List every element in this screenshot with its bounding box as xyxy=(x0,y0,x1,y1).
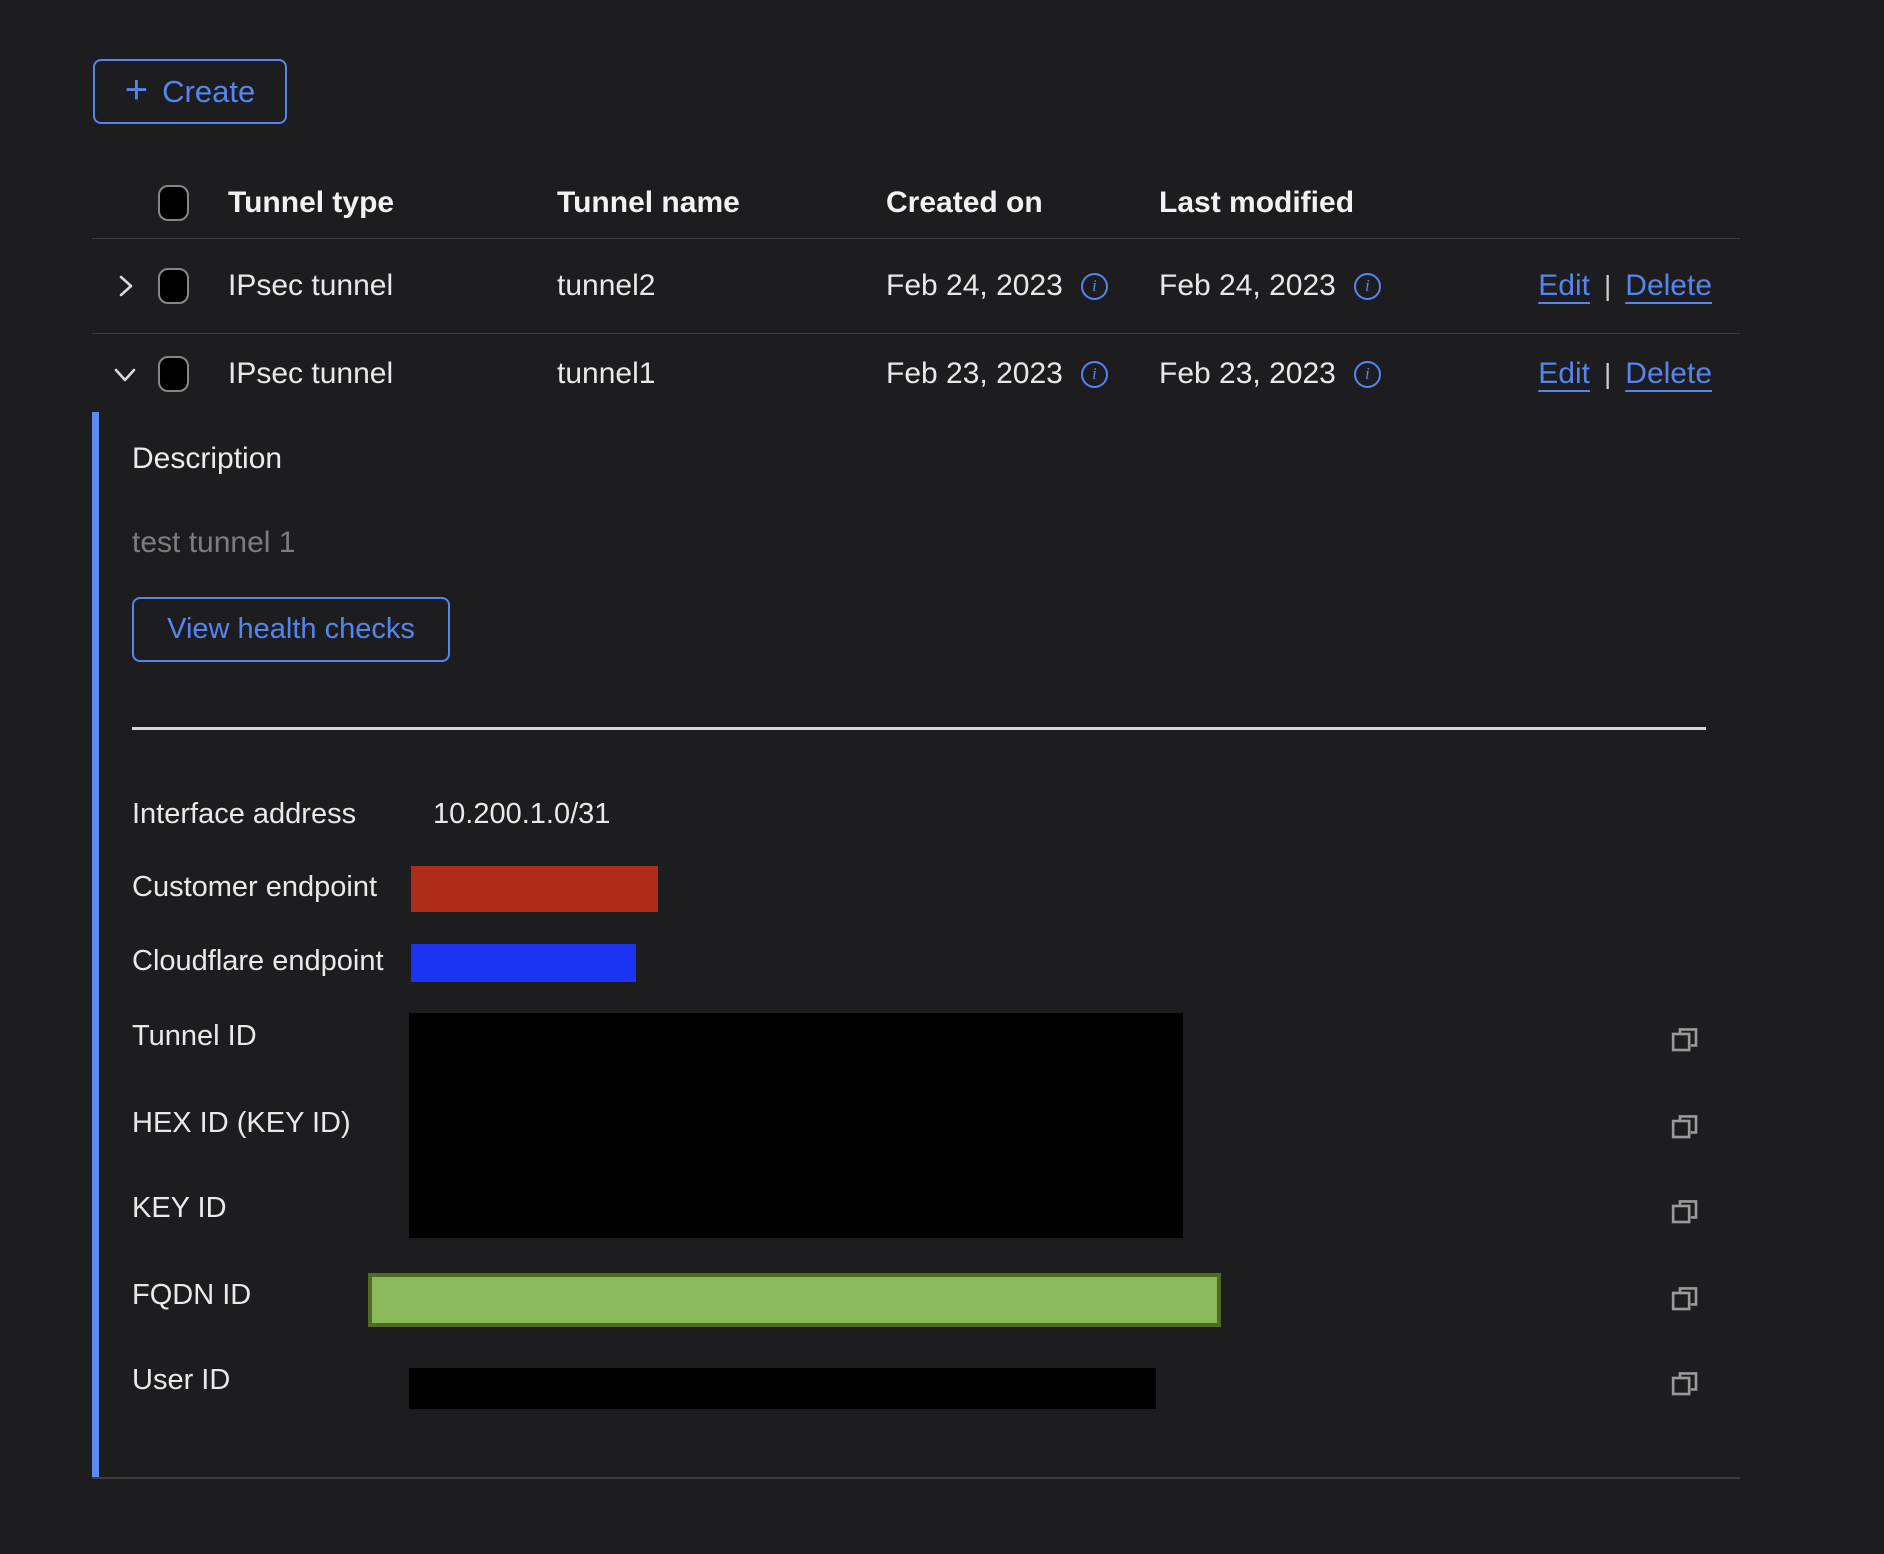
actions-separator: | xyxy=(1604,270,1611,302)
expand-cell xyxy=(92,360,158,388)
last-modified-cell: Feb 23, 2023 i xyxy=(1159,357,1432,391)
plus-icon: + xyxy=(125,70,148,110)
fqdn-id-label: FQDN ID xyxy=(132,1279,251,1312)
header-tunnel-name: Tunnel name xyxy=(557,186,886,220)
cloudflare-endpoint-redaction xyxy=(411,944,636,982)
created-on-date: Feb 24, 2023 xyxy=(886,269,1063,303)
info-icon[interactable]: i xyxy=(1354,361,1381,388)
created-on-cell: Feb 23, 2023 i xyxy=(886,357,1159,391)
copy-icon[interactable] xyxy=(1668,1109,1700,1141)
fqdn-id-redaction xyxy=(368,1273,1221,1327)
table-row-tunnel1: IPsec tunnel tunnel1 Feb 23, 2023 i Feb … xyxy=(92,334,1740,414)
interface-address-label: Interface address xyxy=(132,798,356,831)
expand-cell xyxy=(92,272,158,300)
user-id-label: User ID xyxy=(132,1364,230,1397)
expanded-row-accent-bar xyxy=(92,412,99,1477)
header-checkbox-cell xyxy=(158,185,228,221)
tunnel-name-cell: tunnel2 xyxy=(557,269,886,303)
delete-link[interactable]: Delete xyxy=(1625,269,1712,303)
ids-redaction-block xyxy=(409,1013,1183,1238)
create-button[interactable]: + Create xyxy=(93,59,287,124)
info-icon[interactable]: i xyxy=(1354,273,1381,300)
customer-endpoint-label: Customer endpoint xyxy=(132,871,377,904)
description-value: test tunnel 1 xyxy=(132,526,295,560)
row-checkbox-cell xyxy=(158,268,228,304)
view-health-checks-button[interactable]: View health checks xyxy=(132,597,450,662)
row-checkbox[interactable] xyxy=(158,356,189,392)
cloudflare-endpoint-label: Cloudflare endpoint xyxy=(132,945,384,978)
tunnel-id-label: Tunnel ID xyxy=(132,1020,257,1053)
actions-separator: | xyxy=(1604,358,1611,390)
edit-link[interactable]: Edit xyxy=(1538,357,1590,391)
row-checkbox-cell xyxy=(158,356,228,392)
last-modified-cell: Feb 24, 2023 i xyxy=(1159,269,1432,303)
created-on-date: Feb 23, 2023 xyxy=(886,357,1063,391)
create-button-label: Create xyxy=(162,74,255,110)
delete-link[interactable]: Delete xyxy=(1625,357,1712,391)
user-id-redaction xyxy=(409,1368,1156,1409)
tunnels-page: + Create Tunnel type Tunnel name Created… xyxy=(0,0,1884,1554)
tunnel-details-panel: Description test tunnel 1 View health ch… xyxy=(92,412,1740,1479)
header-last-modified: Last modified xyxy=(1159,186,1432,220)
table-row-tunnel2: IPsec tunnel tunnel2 Feb 24, 2023 i Feb … xyxy=(92,239,1740,334)
header-tunnel-type: Tunnel type xyxy=(228,186,557,220)
interface-address-value: 10.200.1.0/31 xyxy=(433,798,610,831)
select-all-checkbox[interactable] xyxy=(158,185,189,221)
customer-endpoint-redaction xyxy=(411,866,658,912)
description-label: Description xyxy=(132,442,282,476)
tunnel-type-cell: IPsec tunnel xyxy=(228,269,557,303)
tunnel-type-cell: IPsec tunnel xyxy=(228,357,557,391)
edit-link[interactable]: Edit xyxy=(1538,269,1590,303)
header-created-on: Created on xyxy=(886,186,1159,220)
key-id-label: KEY ID xyxy=(132,1192,227,1225)
info-icon[interactable]: i xyxy=(1081,361,1108,388)
chevron-down-icon[interactable] xyxy=(111,360,139,388)
tunnels-table: Tunnel type Tunnel name Created on Last … xyxy=(92,168,1740,414)
last-modified-date: Feb 23, 2023 xyxy=(1159,357,1336,391)
row-actions-cell: Edit | Delete xyxy=(1432,357,1740,391)
info-icon[interactable]: i xyxy=(1081,273,1108,300)
last-modified-date: Feb 24, 2023 xyxy=(1159,269,1336,303)
details-divider xyxy=(132,727,1706,730)
copy-icon[interactable] xyxy=(1668,1281,1700,1313)
chevron-right-icon[interactable] xyxy=(111,272,139,300)
row-actions-cell: Edit | Delete xyxy=(1432,269,1740,303)
hex-id-label: HEX ID (KEY ID) xyxy=(132,1107,351,1140)
tunnel-name-cell: tunnel1 xyxy=(557,357,886,391)
table-header-row: Tunnel type Tunnel name Created on Last … xyxy=(92,168,1740,239)
copy-icon[interactable] xyxy=(1668,1022,1700,1054)
copy-icon[interactable] xyxy=(1668,1366,1700,1398)
created-on-cell: Feb 24, 2023 i xyxy=(886,269,1159,303)
copy-icon[interactable] xyxy=(1668,1194,1700,1226)
row-checkbox[interactable] xyxy=(158,268,189,304)
